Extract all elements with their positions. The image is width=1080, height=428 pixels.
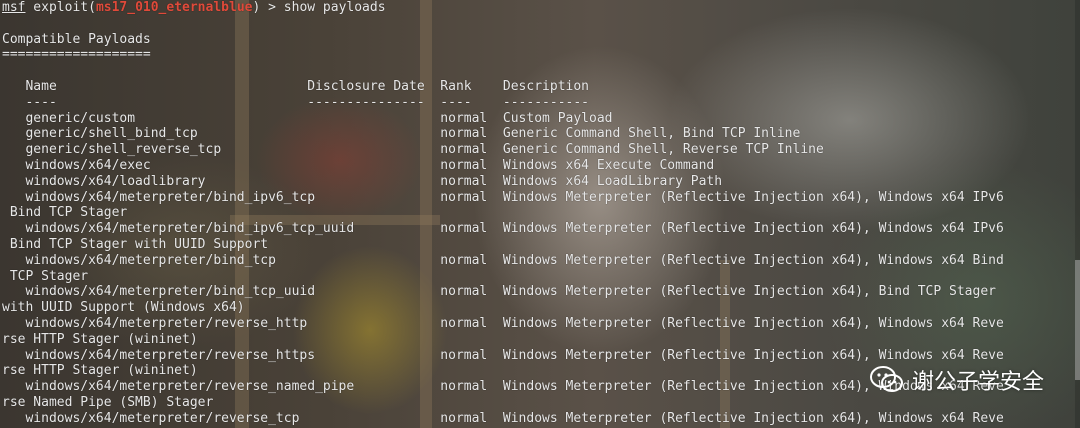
output-line: Name Disclosure Date Rank Description xyxy=(2,78,589,94)
output-line: rse Named Pipe (SMB) Stager xyxy=(2,394,214,410)
output-line: windows/x64/meterpreter/bind_ipv6_tcp_uu… xyxy=(2,221,1004,237)
output-lines: Compatible Payloads =================== N… xyxy=(2,16,1004,427)
output-line: windows/x64/loadlibrary normal Windows x… xyxy=(2,173,723,189)
output-line: Bind TCP Stager with UUID Support xyxy=(2,236,269,252)
prompt-middle: exploit( xyxy=(25,0,96,15)
output-line: generic/shell_bind_tcp normal Generic Co… xyxy=(2,126,801,142)
scrollbar[interactable] xyxy=(1075,0,1080,428)
terminal-output: msf exploit(ms17_010_eternalblue) > show… xyxy=(2,0,1004,427)
output-line: rse HTTP Stager (wininet) xyxy=(2,331,198,347)
output-line: windows/x64/meterpreter/reverse_http nor… xyxy=(2,315,1004,331)
output-line: windows/x64/meterpreter/reverse_named_pi… xyxy=(2,379,1004,395)
output-line: windows/x64/meterpreter/bind_tcp normal … xyxy=(2,252,1004,268)
terminal-window[interactable]: msf exploit(ms17_010_eternalblue) > show… xyxy=(0,0,1080,428)
prompt-module: ms17_010_eternalblue xyxy=(95,0,253,15)
output-line: rse HTTP Stager (wininet) xyxy=(2,363,198,379)
output-line: windows/x64/meterpreter/reverse_tcp norm… xyxy=(2,410,1004,426)
output-line: with UUID Support (Windows x64) xyxy=(2,300,245,316)
output-line: =================== xyxy=(2,47,151,63)
output-line: generic/shell_reverse_tcp normal Generic… xyxy=(2,142,824,158)
output-line: Compatible Payloads xyxy=(2,31,151,47)
output-line: windows/x64/exec normal Windows x64 Exec… xyxy=(2,157,715,173)
prompt-prefix: msf xyxy=(2,0,26,15)
output-line: ---- --------------- ---- ----------- xyxy=(2,94,589,110)
output-line: windows/x64/meterpreter/bind_ipv6_tcp no… xyxy=(2,189,1004,205)
watermark: 谢公子学安全 xyxy=(869,364,1044,396)
watermark-text: 谢公子学安全 xyxy=(911,370,1044,395)
output-line: TCP Stager xyxy=(2,268,89,284)
prompt-command: ) > show payloads xyxy=(252,0,386,15)
output-line: Bind TCP Stager xyxy=(2,205,128,221)
wechat-icon xyxy=(869,366,903,392)
output-line: windows/x64/meterpreter/bind_tcp_uuid no… xyxy=(2,284,996,300)
output-line: generic/custom normal Custom Payload xyxy=(2,110,613,126)
prompt-line[interactable]: msf exploit(ms17_010_eternalblue) > show… xyxy=(2,0,1004,16)
scrollbar-thumb[interactable] xyxy=(1075,260,1080,380)
output-line: windows/x64/meterpreter/reverse_https no… xyxy=(2,347,1004,363)
